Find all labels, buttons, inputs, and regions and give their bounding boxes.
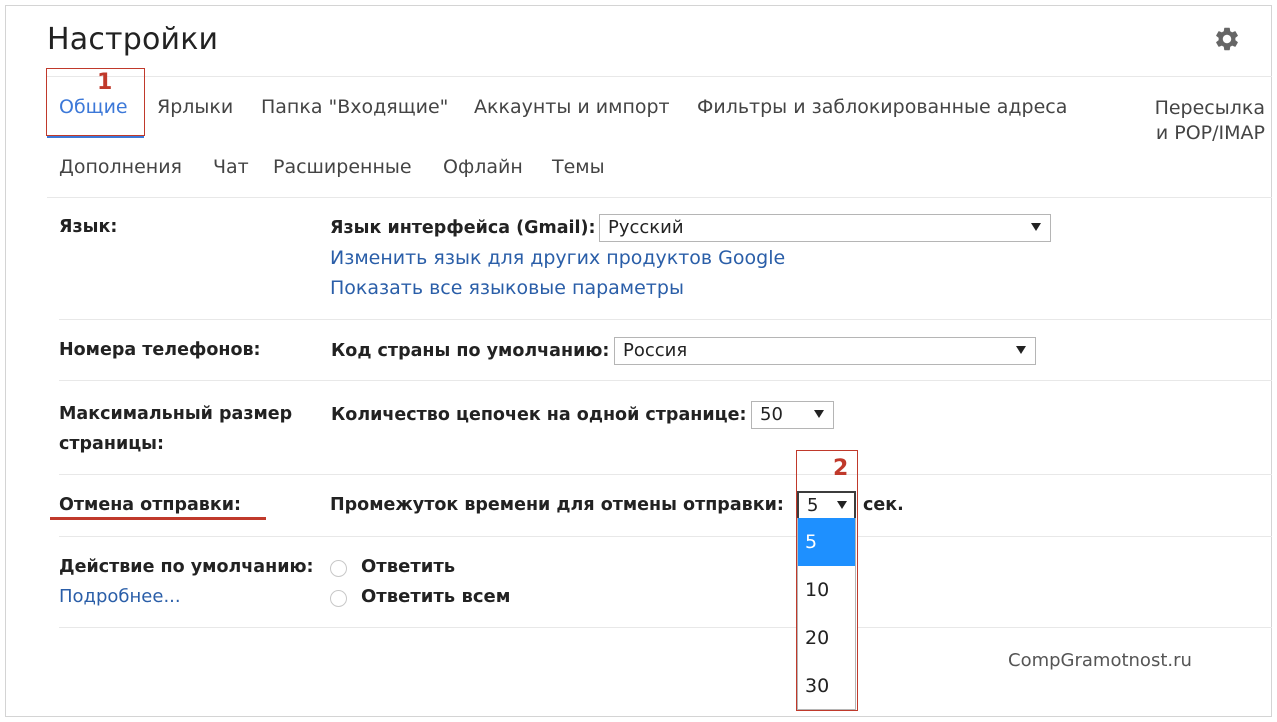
seconds-suffix: сек. <box>863 495 904 515</box>
annotation-box-1 <box>46 68 145 136</box>
tab-filters[interactable]: Фильтры и заблокированные адреса <box>697 96 1067 118</box>
all-language-settings-link[interactable]: Показать все языковые параметры <box>330 277 684 299</box>
row-divider <box>59 319 1272 320</box>
page-title: Настройки <box>47 22 219 57</box>
tab-accounts[interactable]: Аккаунты и импорт <box>474 96 670 118</box>
gear-icon[interactable] <box>1213 25 1241 53</box>
row-divider <box>59 536 796 537</box>
tab-chat[interactable]: Чат <box>213 156 249 178</box>
chevron-down-icon <box>814 410 824 418</box>
reply-radio-label[interactable]: Ответить <box>361 556 455 577</box>
reply-radio[interactable] <box>330 560 347 577</box>
tab-forwarding[interactable]: Пересылка и POP/IMAP <box>1108 96 1265 146</box>
tab-forwarding-line2: и POP/IMAP <box>1155 122 1265 144</box>
header-divider <box>47 76 1272 77</box>
undo-send-label: Отмена отправки: <box>59 495 241 515</box>
change-language-link[interactable]: Изменить язык для других продуктов Googl… <box>330 247 785 269</box>
max-page-size-label: Максимальный размер страницы: <box>59 399 292 459</box>
phone-numbers-label: Номера телефонов: <box>59 340 261 360</box>
tab-labels[interactable]: Ярлыки <box>157 96 233 118</box>
tab-forwarding-line1: Пересылка <box>1154 97 1265 119</box>
watermark: CompGramotnost.ru <box>1008 650 1192 671</box>
row-divider <box>59 627 796 628</box>
language-label: Язык: <box>59 217 118 237</box>
annotation-number-1: 1 <box>97 70 113 95</box>
default-action-label: Действие по умолчанию: <box>59 557 314 577</box>
tabs-divider <box>47 197 1272 198</box>
tab-themes[interactable]: Темы <box>552 156 605 178</box>
annotation-box-2 <box>796 450 858 711</box>
annotation-number-2: 2 <box>833 456 849 481</box>
row-divider <box>858 536 1272 537</box>
max-page-size-label-line2: страницы: <box>59 434 164 454</box>
threads-per-page-select[interactable]: 50 <box>751 401 834 429</box>
country-code-value: Россия <box>623 340 688 361</box>
reply-all-radio[interactable] <box>330 590 347 607</box>
country-code-select[interactable]: Россия <box>614 337 1036 365</box>
tab-offline[interactable]: Офлайн <box>443 156 523 178</box>
tab-inbox[interactable]: Папка "Входящие" <box>261 96 448 118</box>
reply-all-radio-label[interactable]: Ответить всем <box>361 586 510 607</box>
threads-per-page-label: Количество цепочек на одной странице: <box>331 405 747 425</box>
row-divider <box>59 474 1272 475</box>
row-divider <box>59 380 1272 381</box>
row-divider <box>858 627 1272 628</box>
chevron-down-icon <box>1016 346 1026 354</box>
max-page-size-label-line1: Максимальный размер <box>59 404 293 424</box>
interface-language-value: Русский <box>608 217 684 238</box>
tab-advanced[interactable]: Расширенные <box>273 156 412 178</box>
country-code-label: Код страны по умолчанию: <box>331 341 610 361</box>
interface-language-label: Язык интерфейса (Gmail): <box>330 218 596 238</box>
threads-per-page-value: 50 <box>760 404 783 425</box>
undo-send-period-label: Промежуток времени для отмены отправки: <box>330 495 784 515</box>
annotation-underline <box>50 517 266 520</box>
chevron-down-icon <box>1031 223 1041 231</box>
tab-addons[interactable]: Дополнения <box>59 156 182 178</box>
interface-language-select[interactable]: Русский <box>599 214 1051 242</box>
learn-more-link[interactable]: Подробнее... <box>59 586 181 607</box>
